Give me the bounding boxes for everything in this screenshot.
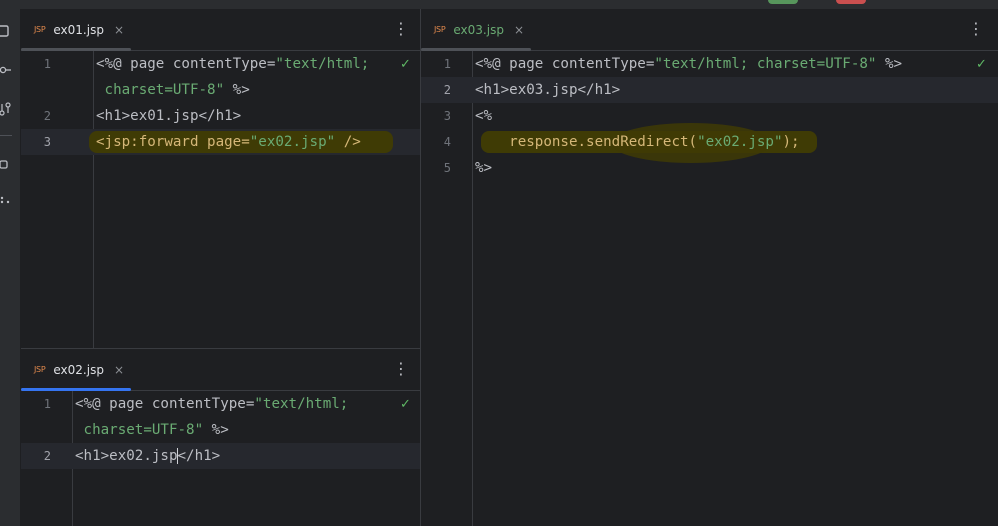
code-text[interactable]: <h1>ex02.jsp</h1> bbox=[75, 443, 220, 469]
code-line: 1 <%@ page contentType="text/html; chars… bbox=[421, 51, 998, 77]
current-code-line: 3 <jsp:forward page="ex02.jsp" /> bbox=[21, 129, 420, 155]
line-number: 3 bbox=[43, 135, 51, 149]
code-text[interactable]: charset=UTF-8" %> bbox=[75, 417, 229, 443]
code-text[interactable]: response.sendRedirect("ex02.jsp"); bbox=[475, 129, 800, 155]
line-number: 2 bbox=[43, 109, 51, 123]
title-bar bbox=[0, 0, 998, 9]
code-line: 2 <h1>ex01.jsp</h1> bbox=[21, 103, 420, 129]
more-options-icon[interactable]: ⋮ bbox=[391, 358, 411, 380]
code-text[interactable]: %> bbox=[475, 155, 492, 181]
code-tag: <jsp:forward page= bbox=[96, 134, 250, 150]
stop-indicator[interactable] bbox=[836, 0, 866, 4]
code-plain: <h1>ex02.jsp bbox=[75, 448, 178, 464]
code-text[interactable]: charset=UTF-8" %> bbox=[96, 77, 250, 103]
code-text[interactable]: <%@ page contentType="text/html; bbox=[96, 51, 369, 77]
code-text[interactable]: <h1>ex03.jsp</h1> bbox=[475, 77, 620, 103]
run-indicator[interactable] bbox=[768, 0, 798, 4]
line-number: 4 bbox=[443, 135, 451, 149]
tab-label: ex03.jsp bbox=[453, 22, 504, 37]
close-tab-icon[interactable]: × bbox=[514, 23, 524, 37]
tool-window-strip bbox=[0, 9, 21, 526]
jsp-file-icon: JSP bbox=[34, 25, 46, 34]
code-line: 4 response.sendRedirect("ex02.jsp"); bbox=[421, 123, 998, 163]
code-plain bbox=[96, 82, 105, 98]
editor-pane-ex02: JSP ex02.jsp × ⋮ 1 <%@ page contentType=… bbox=[21, 349, 420, 526]
code-plain: <%@ page contentType= bbox=[96, 56, 276, 72]
current-code-line: 2 <h1>ex02.jsp</h1> bbox=[21, 443, 420, 469]
line-number: 1 bbox=[43, 57, 51, 71]
code-plain: %> bbox=[224, 82, 250, 98]
tab-bar: JSP ex03.jsp × ⋮ bbox=[421, 9, 998, 51]
line-number: 3 bbox=[443, 109, 451, 123]
code-string: "ex02.jsp" bbox=[249, 134, 336, 150]
code-editor[interactable]: 1 <%@ page contentType="text/html; ✓ cha… bbox=[21, 391, 420, 526]
more-options-icon[interactable]: ⋮ bbox=[391, 18, 411, 40]
code-method: response.sendRedirect( bbox=[475, 134, 698, 150]
line-number: 5 bbox=[443, 161, 451, 175]
pull-request-icon[interactable] bbox=[0, 101, 11, 117]
structure-icon[interactable] bbox=[0, 159, 11, 171]
tab-ex01[interactable]: JSP ex01.jsp × bbox=[21, 9, 131, 51]
jsp-file-icon: JSP bbox=[434, 25, 446, 34]
current-code-line: 2 <h1>ex03.jsp</h1> bbox=[421, 77, 998, 103]
no-problems-check-icon[interactable]: ✓ bbox=[400, 397, 411, 412]
code-plain: %> bbox=[876, 56, 903, 72]
code-line: 1 <%@ page contentType="text/html; ✓ bbox=[21, 391, 420, 417]
tab-label: ex02.jsp bbox=[53, 362, 104, 377]
tab-bar: JSP ex02.jsp × ⋮ bbox=[21, 349, 420, 391]
commit-icon[interactable] bbox=[0, 64, 11, 76]
tab-ex03[interactable]: JSP ex03.jsp × bbox=[421, 9, 531, 51]
code-method: ); bbox=[782, 134, 800, 150]
no-problems-check-icon[interactable]: ✓ bbox=[976, 57, 987, 72]
code-tag: /> bbox=[335, 134, 361, 150]
code-text[interactable]: <%@ page contentType="text/html; bbox=[75, 391, 348, 417]
no-problems-check-icon[interactable]: ✓ bbox=[400, 57, 411, 72]
code-string: "ex02.jsp" bbox=[697, 134, 783, 150]
code-text[interactable]: <%@ page contentType="text/html; charset… bbox=[475, 51, 902, 77]
code-text[interactable]: <% bbox=[475, 103, 492, 129]
code-editor[interactable]: 1 <%@ page contentType="text/html; ✓ cha… bbox=[21, 51, 420, 349]
code-text[interactable]: <jsp:forward page="ex02.jsp" /> bbox=[96, 129, 361, 155]
code-plain: <%@ page contentType= bbox=[75, 396, 255, 412]
code-editor[interactable]: 1 <%@ page contentType="text/html; chars… bbox=[421, 51, 998, 526]
code-plain: %> bbox=[203, 422, 229, 438]
more-options-icon[interactable]: ⋮ bbox=[966, 18, 986, 40]
editor-pane-ex01: JSP ex01.jsp × ⋮ 1 <%@ page contentType=… bbox=[21, 9, 420, 349]
code-plain: <%@ page contentType= bbox=[475, 56, 655, 72]
code-string: charset=UTF-8" bbox=[104, 82, 225, 98]
code-line-wrapped: charset=UTF-8" %> bbox=[21, 77, 420, 103]
code-line: 1 <%@ page contentType="text/html; ✓ bbox=[21, 51, 420, 77]
close-tab-icon[interactable]: × bbox=[114, 23, 124, 37]
line-number: 2 bbox=[443, 83, 451, 97]
tab-label: ex01.jsp bbox=[53, 22, 104, 37]
code-line-wrapped: charset=UTF-8" %> bbox=[21, 417, 420, 443]
code-plain bbox=[75, 422, 84, 438]
jsp-file-icon: JSP bbox=[34, 365, 46, 374]
code-string: "text/html; bbox=[275, 56, 370, 72]
code-string: charset=UTF-8" bbox=[83, 422, 204, 438]
line-number: 1 bbox=[443, 57, 451, 71]
tab-ex02[interactable]: JSP ex02.jsp × bbox=[21, 349, 131, 391]
more-tools-icon[interactable] bbox=[0, 195, 11, 209]
code-line: 5 %> bbox=[421, 155, 998, 181]
code-string: "text/html; bbox=[254, 396, 349, 412]
close-tab-icon[interactable]: × bbox=[114, 363, 124, 377]
tab-bar: JSP ex01.jsp × ⋮ bbox=[21, 9, 420, 51]
editor-pane-ex03: JSP ex03.jsp × ⋮ 1 <%@ page contentType=… bbox=[421, 9, 998, 526]
code-string: "text/html; charset=UTF-8" bbox=[654, 56, 877, 72]
code-text[interactable]: <h1>ex01.jsp</h1> bbox=[96, 103, 241, 129]
line-number: 1 bbox=[43, 397, 51, 411]
toolbar-separator bbox=[0, 135, 12, 136]
project-icon[interactable] bbox=[0, 25, 11, 37]
code-plain: </h1> bbox=[177, 448, 221, 464]
line-number: 2 bbox=[43, 449, 51, 463]
